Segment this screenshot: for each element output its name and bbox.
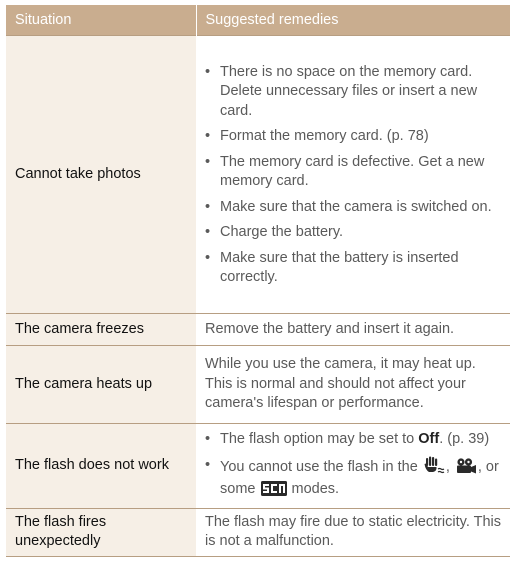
- situation-column-header: Situation: [6, 5, 197, 36]
- remedy-cell: The flash option may be set to Off. (p. …: [196, 423, 510, 508]
- table-row: The camera heats up While you use the ca…: [6, 345, 510, 424]
- remedy-item: The memory card is defective. Get a new …: [205, 153, 502, 192]
- remedy-item: Format the memory card. (p. 78): [205, 127, 502, 147]
- remedy-cell: Remove the battery and insert it again.: [196, 313, 510, 346]
- remedy-cell: While you use the camera, it may heat up…: [196, 345, 510, 424]
- remedy-list: There is no space on the memory card. De…: [205, 63, 502, 288]
- situation-cell: The camera heats up: [6, 345, 196, 424]
- troubleshooting-table: Situation Suggested remedies Cannot take…: [6, 5, 510, 557]
- troubleshooting-page: Situation Suggested remedies Cannot take…: [0, 0, 510, 570]
- remedy-text: . (p. 39): [439, 431, 490, 447]
- situation-cell: Cannot take photos: [6, 35, 196, 314]
- remedy-cell: There is no space on the memory card. De…: [196, 35, 510, 314]
- remedy-item: The flash option may be set to Off. (p. …: [205, 430, 502, 450]
- movie-mode-icon: [455, 457, 477, 481]
- table-row: The flash fires unexpectedly The flash m…: [6, 507, 510, 557]
- remedy-item: Charge the battery.: [205, 223, 502, 243]
- table-row: The flash does not work The flash option…: [6, 423, 510, 508]
- remedy-text: ,: [445, 458, 454, 475]
- remedy-item: Make sure that the battery is inserted c…: [205, 249, 502, 288]
- remedy-item: Make sure that the camera is switched on…: [205, 198, 502, 218]
- remedy-item: You cannot use the flash in the , , or s…: [205, 456, 502, 503]
- scene-mode-icon: [260, 481, 287, 503]
- remedy-text: modes.: [287, 481, 340, 497]
- remedy-list: The flash option may be set to Off. (p. …: [205, 430, 502, 503]
- remedy-cell: The flash may fire due to static electri…: [196, 507, 510, 557]
- remedy-text: The flash option may be set to: [220, 431, 419, 447]
- situation-cell: The flash does not work: [6, 423, 196, 508]
- remedy-text: You cannot use the flash in the: [220, 458, 422, 475]
- table-header-row: Situation Suggested remedies: [6, 5, 510, 36]
- situation-cell: The camera freezes: [6, 313, 196, 346]
- flash-option-off: Off: [418, 431, 440, 447]
- dual-is-mode-icon: [423, 456, 445, 481]
- remedy-item: There is no space on the memory card. De…: [205, 63, 502, 122]
- situation-cell: The flash fires unexpectedly: [6, 507, 196, 557]
- table-row: Cannot take photos There is no space on …: [6, 35, 510, 314]
- remedies-column-header: Suggested remedies: [196, 5, 510, 36]
- table-row: The camera freezes Remove the battery an…: [6, 313, 510, 346]
